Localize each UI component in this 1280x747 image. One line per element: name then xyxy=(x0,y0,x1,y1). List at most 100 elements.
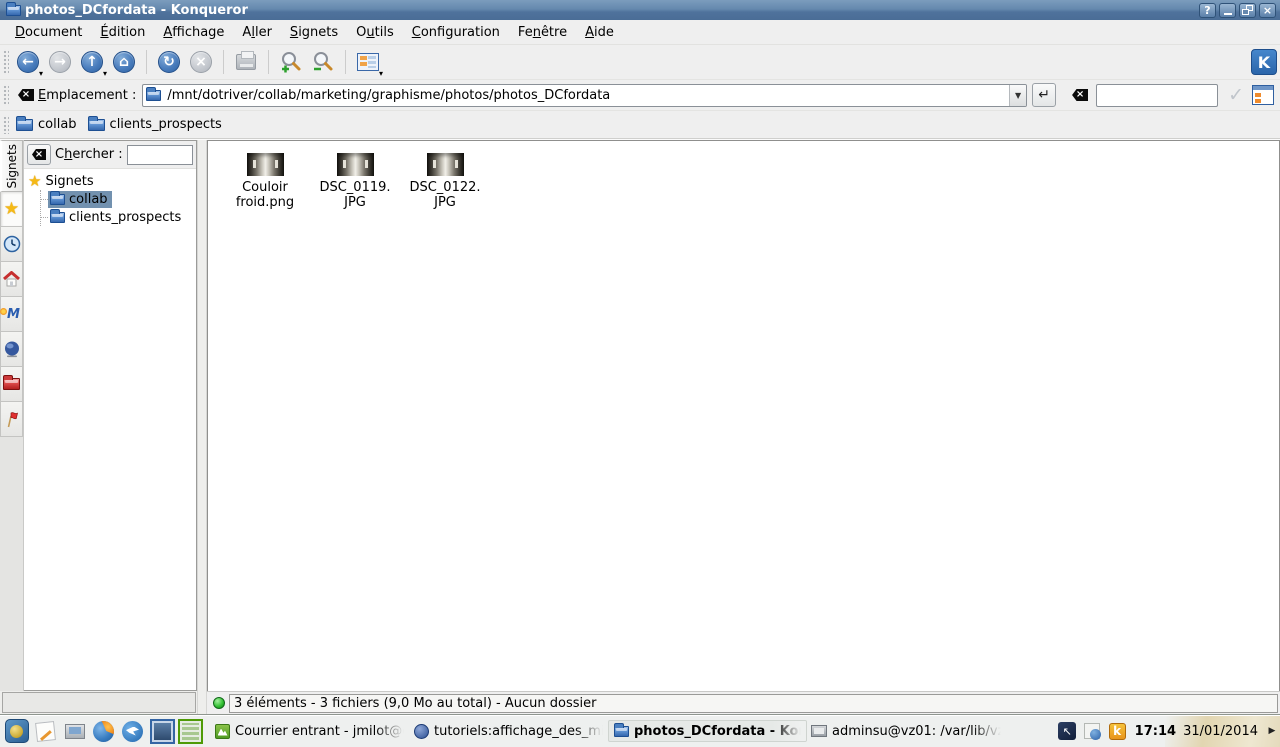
reload-button[interactable]: ↻ xyxy=(154,47,184,77)
menu-document[interactable]: Document xyxy=(6,23,91,42)
content-area: Signets ★ xyxy=(0,139,1280,714)
task-courrier-entrant[interactable]: Courrier entrant - jmilot@d xyxy=(210,720,409,742)
tray-korganizer[interactable]: k xyxy=(1108,722,1127,741)
menu-configuration[interactable]: Configuration xyxy=(403,23,509,42)
tree-line xyxy=(41,217,48,218)
menu-signets[interactable]: Signets xyxy=(281,23,347,42)
back-icon: ← xyxy=(17,51,39,73)
status-text: 3 éléments - 3 fichiers (9,0 Mo au total… xyxy=(229,694,1278,713)
pager-desktop-2[interactable] xyxy=(178,719,203,744)
sidebar-root-folder-button[interactable] xyxy=(0,367,23,402)
question-icon: ? xyxy=(1204,5,1210,16)
folder-icon xyxy=(613,723,629,739)
maximize-button[interactable] xyxy=(1239,3,1256,18)
label-fade xyxy=(375,720,409,742)
zoom-in-button[interactable] xyxy=(276,47,306,77)
toolbar-grip[interactable] xyxy=(2,49,9,75)
menu-affichage[interactable]: Affichage xyxy=(154,23,233,42)
go-button[interactable]: ↵ xyxy=(1032,83,1056,107)
menu-outils[interactable]: Outils xyxy=(347,23,403,42)
launcher-thunderbird[interactable] xyxy=(119,718,146,745)
star-icon: ★ xyxy=(4,201,19,218)
forward-button[interactable]: → xyxy=(45,47,75,77)
task-photos-dcfordata[interactable]: photos_DCfordata - Kon xyxy=(608,720,807,742)
location-grip[interactable] xyxy=(2,84,9,106)
help-button[interactable]: ? xyxy=(1199,3,1216,18)
clear-search-button[interactable]: × xyxy=(27,144,51,165)
file-item-dsc-0122[interactable]: DSC_0122. JPG xyxy=(400,153,490,210)
menu-aller[interactable]: Aller xyxy=(233,23,281,42)
minimize-button[interactable] xyxy=(1219,3,1236,18)
tray-klipper[interactable]: ↖ xyxy=(1058,722,1077,741)
tray-mail-notifier[interactable] xyxy=(1083,722,1102,741)
close-button[interactable]: × xyxy=(1259,3,1276,18)
file-item-couloir-froid[interactable]: Couloir froid.png xyxy=(220,153,310,210)
pager-desktop-1[interactable] xyxy=(150,719,175,744)
launcher-firefox[interactable] xyxy=(90,718,117,745)
clear-location-button[interactable]: × xyxy=(18,89,34,101)
sidebar-network-button[interactable] xyxy=(0,332,23,367)
metabar-icon: M xyxy=(3,307,20,322)
toolbar-separator xyxy=(268,50,269,74)
print-icon xyxy=(236,54,256,70)
zoom-out-button[interactable] xyxy=(308,47,338,77)
back-history-caret[interactable]: ▾ xyxy=(39,70,43,78)
file-item-dsc-0119[interactable]: DSC_0119. JPG xyxy=(310,153,400,210)
sidebar-metabar-button[interactable]: M xyxy=(0,297,23,332)
tree-item-collab[interactable]: collab xyxy=(41,190,196,208)
task-adminsu-terminal[interactable]: adminsu@vz01: /var/lib/vz/ xyxy=(807,720,1006,742)
view-mode-caret[interactable]: ▾ xyxy=(379,70,383,78)
launcher-computer[interactable] xyxy=(61,718,88,745)
panel-clock[interactable]: 17:14 31/01/2014 xyxy=(1135,724,1258,739)
menu-fenetre[interactable]: Fenêtre xyxy=(509,23,576,42)
stop-button[interactable]: × xyxy=(186,47,216,77)
titlebar[interactable]: photos_DCfordata - Konqueror ? × xyxy=(0,0,1280,20)
sidebar-horizontal-scrollbar[interactable] xyxy=(2,692,196,713)
tree-root-signets[interactable]: ★ Signets xyxy=(28,172,196,190)
sidebar-tab-signets[interactable]: Signets xyxy=(0,140,23,192)
label-fade xyxy=(574,720,608,742)
icon-view[interactable]: Couloir froid.png DSC_0119. JPG DSC_0122… xyxy=(207,140,1280,691)
panel-splitter[interactable] xyxy=(197,140,207,714)
home-button[interactable]: ⌂ xyxy=(109,47,139,77)
status-led-icon xyxy=(213,697,225,709)
panel-hide-arrow[interactable]: ▶ xyxy=(1266,715,1278,747)
menu-edition[interactable]: Édition xyxy=(91,23,154,42)
zoom-in-icon xyxy=(280,51,302,73)
tree-root-label: Signets xyxy=(45,174,93,189)
location-path[interactable]: /mnt/dotriver/collab/marketing/graphisme… xyxy=(164,88,1009,103)
task-tutoriels[interactable]: tutoriels:affichage_des_min xyxy=(409,720,608,742)
sidebar-bookmarks-button[interactable]: ★ xyxy=(0,192,23,227)
zoom-out-icon xyxy=(312,51,334,73)
up-history-caret[interactable]: ▾ xyxy=(103,70,107,78)
view-profile-icon[interactable] xyxy=(1252,85,1274,105)
search-input[interactable] xyxy=(127,145,193,165)
location-combobox[interactable]: /mnt/dotriver/collab/marketing/graphisme… xyxy=(142,84,1027,107)
launcher-notes[interactable] xyxy=(32,718,59,745)
menu-aide[interactable]: Aide xyxy=(576,23,623,42)
print-button[interactable] xyxy=(231,47,261,77)
system-tray: ↖ k xyxy=(1058,722,1127,741)
location-dropdown-button[interactable]: ▼ xyxy=(1009,85,1026,106)
filter-input[interactable] xyxy=(1096,84,1218,107)
sidebar-home-button[interactable] xyxy=(0,262,23,297)
image-thumbnail xyxy=(427,153,464,176)
bookmark-grip[interactable] xyxy=(2,115,9,134)
clear-filter-button[interactable]: × xyxy=(1072,89,1088,101)
window-title: photos_DCfordata - Konqueror xyxy=(25,3,1196,18)
kde-throbber-logo: K xyxy=(1251,49,1277,75)
sidebar-history-button[interactable] xyxy=(0,227,23,262)
bookmark-collab[interactable]: collab xyxy=(12,115,84,134)
folder-icon xyxy=(16,119,33,131)
clock-time: 17:14 xyxy=(1135,724,1176,739)
kmenu-button[interactable] xyxy=(3,718,30,745)
view-mode-button[interactable]: ▾ xyxy=(353,47,383,77)
bookmark-clients-prospects[interactable]: clients_prospects xyxy=(84,115,229,134)
up-button[interactable]: ↑ ▾ xyxy=(77,47,107,77)
clock-date: 31/01/2014 xyxy=(1183,724,1258,739)
back-button[interactable]: ← ▾ xyxy=(13,47,43,77)
reload-icon: ↻ xyxy=(158,51,180,73)
browser-globe-icon xyxy=(413,723,429,739)
tree-item-clients-prospects[interactable]: clients_prospects xyxy=(41,208,196,226)
sidebar-services-button[interactable] xyxy=(0,402,23,437)
